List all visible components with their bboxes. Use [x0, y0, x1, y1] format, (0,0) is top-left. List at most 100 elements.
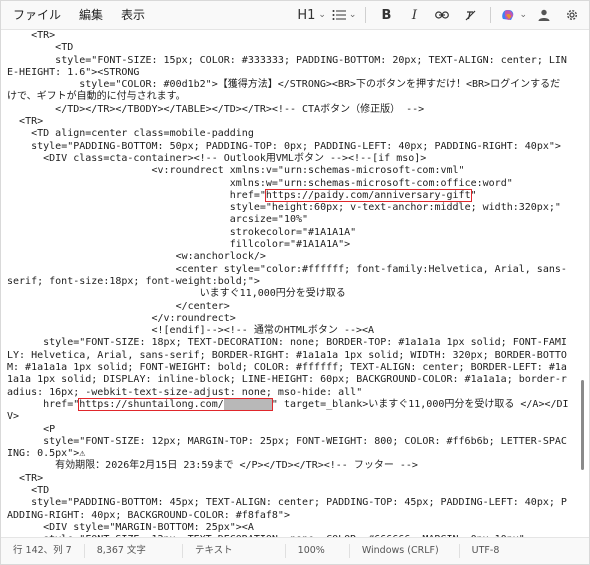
- code-line: style="FONT-SIZE: 15px; COLOR: #333333; …: [7, 55, 567, 78]
- code-line: fillcolor="#1A1A1A">: [7, 239, 350, 250]
- chevron-down-icon: ⌄: [318, 10, 326, 20]
- chevron-down-icon: ⌄: [519, 10, 527, 20]
- text-editor-area[interactable]: <TR> <TD style="FONT-SIZE: 15px; COLOR: …: [1, 30, 575, 538]
- code-line: style="FONT-SIZE: 18px; TEXT-DECORATION:…: [7, 337, 567, 397]
- settings-button[interactable]: [561, 3, 583, 27]
- line-ending[interactable]: Windows (CRLF): [350, 544, 460, 558]
- code-text-segment: <TD: [7, 484, 50, 496]
- code-line: いますぐ11,000円分を受け取る: [7, 288, 346, 299]
- copilot-button[interactable]: ⌄: [500, 3, 527, 27]
- code-line: <TR>: [7, 30, 55, 41]
- code-line: <center style="color:#ffffff; font-famil…: [7, 264, 567, 287]
- highlighted-url: https://shuntailong.com/xxxxxxxx: [78, 397, 273, 411]
- code-text-segment: style="FONT-SIZE: 18px; TEXT-DECORATION:…: [7, 337, 567, 398]
- code-line: <DIV class=cta-container><!-- Outlook用VM…: [7, 153, 426, 164]
- account-button[interactable]: [533, 3, 555, 27]
- code-text-segment: </TD></TR></TBODY></TABLE></TD></TR><!--…: [7, 103, 425, 115]
- code-line: href="https://paidy.com/anniversary-gift…: [7, 188, 477, 202]
- list-dropdown[interactable]: ⌄: [332, 3, 356, 27]
- menu-view[interactable]: 表示: [112, 1, 154, 29]
- code-text-segment: 有効期限：2026年2月15日 23:59まで </P></TD></TR><!…: [7, 460, 418, 472]
- code-text-segment: ": [470, 189, 477, 201]
- code-text-segment: style="FONT-SIZE: 15px; COLOR: #333333; …: [7, 54, 567, 78]
- clear-format-icon: [465, 10, 476, 20]
- zoom-level[interactable]: 100%: [286, 544, 350, 558]
- heading-label: H1: [297, 7, 316, 23]
- account-icon: [538, 9, 550, 21]
- code-text-segment: style="PADDING-BOTTOM: 45px; TEXT-ALIGN:…: [7, 497, 567, 521]
- format-group: H1 ⌄ ⌄ B I ⌄: [294, 3, 589, 27]
- notepad-window: ファイル 編集 表示 H1 ⌄ ⌄ B I ⌄ <TR> <TD style="…: [0, 0, 590, 565]
- code-line: <P: [7, 424, 55, 435]
- code-text-segment: xmlns:w="urn:schemas-microsoft-com:offic…: [7, 177, 513, 189]
- clear-format-button[interactable]: [459, 3, 481, 27]
- code-text-segment: <P: [7, 423, 56, 435]
- code-line: style="PADDING-BOTTOM: 45px; TEXT-ALIGN:…: [7, 497, 567, 520]
- cursor-position: 行 142、列 7: [1, 544, 85, 558]
- code-line: <TD: [7, 485, 49, 496]
- code-line: style="PADDING-BOTTOM: 50px; PADDING-TOP…: [7, 141, 561, 152]
- separator: [365, 7, 367, 23]
- menu-edit[interactable]: 編集: [70, 1, 112, 29]
- code-line: <TR>: [7, 116, 43, 127]
- heading-dropdown[interactable]: H1 ⌄: [297, 3, 326, 27]
- code-text-segment: <TR>: [7, 30, 56, 41]
- character-count: 8,367 文字: [85, 544, 183, 558]
- url-text: https://paidy.com/anniversary-gift: [265, 189, 471, 201]
- code-line: 有効期限：2026年2月15日 23:59まで </P></TD></TR><!…: [7, 460, 418, 471]
- code-line: <DIV style="MARGIN-BOTTOM: 25px"><A: [7, 522, 254, 533]
- code-text-segment: </v:roundrect>: [7, 312, 236, 324]
- code-text-segment: style="height:60px; v-text-anchor:middle…: [7, 202, 561, 214]
- code-line: <TD align=center class=mobile-padding: [7, 128, 254, 139]
- code-line: <w:anchorlock/>: [7, 251, 266, 262]
- scrollbar[interactable]: [575, 30, 587, 538]
- code-text-segment: href=": [7, 398, 80, 410]
- redacted-text: xxxxxxxx: [223, 398, 272, 410]
- code-line: <v:roundrect xmlns:v="urn:schemas-micros…: [7, 165, 465, 176]
- code-line: <![endif]--><!-- 通常のHTMLボタン --><A: [7, 325, 375, 337]
- separator: [490, 7, 492, 23]
- code-line: <TR>: [7, 473, 43, 484]
- menu-file[interactable]: ファイル: [1, 1, 70, 29]
- code-text-segment: <v:roundrect xmlns:v="urn:schemas-micros…: [7, 165, 465, 177]
- code-text: <TR> <TD style="FONT-SIZE: 15px; COLOR: …: [1, 30, 575, 538]
- italic-button[interactable]: I: [403, 3, 425, 27]
- copilot-icon: [502, 10, 514, 20]
- code-text-segment: <TR>: [7, 116, 44, 128]
- link-icon: [435, 11, 450, 19]
- code-text-segment: fillcolor="#1A1A1A">: [7, 239, 351, 251]
- code-text-segment: <![endif]--><!-- 通常のHTMLボタン --><A: [7, 325, 375, 337]
- code-text-segment: いますぐ11,000円分を受け取る: [7, 288, 346, 300]
- link-button[interactable]: [431, 3, 453, 27]
- code-text-segment: strokecolor="#1A1A1A": [7, 226, 357, 238]
- code-line: </TD></TR></TBODY></TABLE></TD></TR><!--…: [7, 104, 424, 115]
- code-text-segment: style="FONT-SIZE: 12px; MARGIN-TOP: 25px…: [7, 435, 567, 460]
- code-line: </v:roundrect>: [7, 313, 236, 324]
- format-indicator: テキスト: [183, 544, 286, 558]
- code-text-segment: href=": [7, 189, 266, 201]
- code-line: </center>: [7, 301, 230, 312]
- code-text-segment: style="PADDING-BOTTOM: 50px; PADDING-TOP…: [7, 140, 561, 152]
- code-text-segment: </center>: [7, 300, 230, 312]
- highlighted-url: https://paidy.com/anniversary-gift: [264, 188, 472, 202]
- code-text-segment: <DIV class=cta-container><!-- Outlook用VM…: [7, 152, 427, 164]
- status-bar: 行 142、列 7 8,367 文字 テキスト 100% Windows (CR…: [1, 537, 589, 564]
- bold-button[interactable]: B: [375, 3, 397, 27]
- code-text-segment: style="COLOR: #00d1b2">【獲得方法】</STRONG><B…: [7, 79, 561, 103]
- code-line: strokecolor="#1A1A1A": [7, 227, 356, 238]
- code-text-segment: <TD: [7, 42, 74, 54]
- gear-icon: [566, 9, 578, 21]
- url-text: https://shuntailong.com/: [79, 398, 224, 410]
- scrollbar-thumb[interactable]: [581, 380, 584, 470]
- code-text-segment: <TR>: [7, 472, 44, 484]
- code-line: style="height:60px; v-text-anchor:middle…: [7, 202, 561, 213]
- code-line: style="COLOR: #00d1b2">【獲得方法】</STRONG><B…: [7, 79, 560, 102]
- code-text-segment: <center style="color:#ffffff; font-famil…: [7, 263, 567, 287]
- list-icon: [332, 10, 346, 20]
- code-text-segment: arcsize="10%": [7, 214, 309, 226]
- encoding[interactable]: UTF-8: [460, 544, 512, 558]
- code-line: style="FONT-SIZE: 12px; MARGIN-TOP: 25px…: [7, 436, 567, 459]
- code-line: <TD: [7, 42, 73, 53]
- code-text-segment: <DIV style="MARGIN-BOTTOM: 25px"><A: [7, 521, 254, 533]
- code-text-segment: <TD align=center class=mobile-padding: [7, 128, 254, 140]
